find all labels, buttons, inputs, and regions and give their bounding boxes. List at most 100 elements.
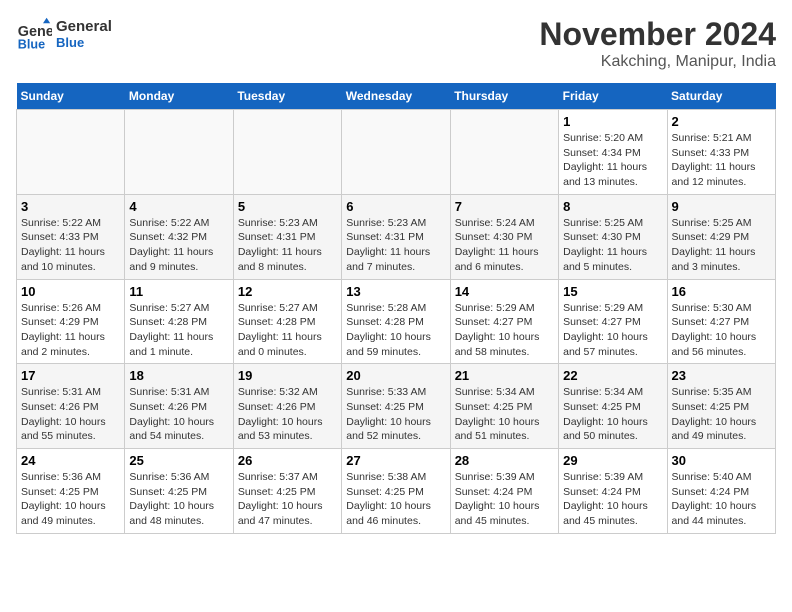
day-info: Sunrise: 5:32 AM Sunset: 4:26 PM Dayligh… (238, 385, 337, 444)
day-number: 14 (455, 284, 554, 299)
calendar-week-4: 17 Sunrise: 5:31 AM Sunset: 4:26 PM Dayli… (17, 364, 776, 449)
calendar-cell: 24 Sunrise: 5:36 AM Sunset: 4:25 PM Dayli… (17, 449, 125, 534)
day-info: Sunrise: 5:34 AM Sunset: 4:25 PM Dayligh… (455, 385, 554, 444)
calendar-cell: 2 Sunrise: 5:21 AM Sunset: 4:33 PM Daylig… (667, 110, 775, 195)
calendar-cell: 8 Sunrise: 5:25 AM Sunset: 4:30 PM Daylig… (559, 194, 667, 279)
day-info: Sunrise: 5:22 AM Sunset: 4:33 PM Dayligh… (21, 216, 120, 275)
day-number: 2 (672, 114, 771, 129)
calendar-cell: 28 Sunrise: 5:39 AM Sunset: 4:24 PM Dayli… (450, 449, 558, 534)
day-number: 25 (129, 453, 228, 468)
page-header: General Blue General Blue November 2024 … (16, 16, 776, 71)
day-number: 28 (455, 453, 554, 468)
day-info: Sunrise: 5:22 AM Sunset: 4:32 PM Dayligh… (129, 216, 228, 275)
calendar-cell: 12 Sunrise: 5:27 AM Sunset: 4:28 PM Dayli… (233, 279, 341, 364)
calendar-table: SundayMondayTuesdayWednesdayThursdayFrid… (16, 83, 776, 534)
logo-blue: Blue (56, 35, 112, 50)
day-info: Sunrise: 5:39 AM Sunset: 4:24 PM Dayligh… (455, 470, 554, 529)
day-info: Sunrise: 5:21 AM Sunset: 4:33 PM Dayligh… (672, 131, 771, 190)
calendar-cell: 6Sunrise: 5:23 AM Sunset: 4:31 PM Daylig… (342, 194, 450, 279)
day-info: Sunrise: 5:23 AM Sunset: 4:31 PM Dayligh… (346, 216, 445, 275)
calendar-cell: 3 Sunrise: 5:22 AM Sunset: 4:33 PM Daylig… (17, 194, 125, 279)
day-info: Sunrise: 5:35 AM Sunset: 4:25 PM Dayligh… (672, 385, 771, 444)
calendar-cell: 18Sunrise: 5:31 AM Sunset: 4:26 PM Dayli… (125, 364, 233, 449)
calendar-cell: 25 Sunrise: 5:36 AM Sunset: 4:25 PM Dayli… (125, 449, 233, 534)
day-info: Sunrise: 5:36 AM Sunset: 4:25 PM Dayligh… (21, 470, 120, 529)
weekday-header-sunday: Sunday (17, 83, 125, 110)
day-info: Sunrise: 5:34 AM Sunset: 4:25 PM Dayligh… (563, 385, 662, 444)
calendar-cell: 10Sunrise: 5:26 AM Sunset: 4:29 PM Dayli… (17, 279, 125, 364)
day-number: 17 (21, 368, 120, 383)
day-info: Sunrise: 5:38 AM Sunset: 4:25 PM Dayligh… (346, 470, 445, 529)
day-info: Sunrise: 5:30 AM Sunset: 4:27 PM Dayligh… (672, 301, 771, 360)
day-number: 7 (455, 199, 554, 214)
day-number: 23 (672, 368, 771, 383)
day-number: 16 (672, 284, 771, 299)
calendar-week-5: 24 Sunrise: 5:36 AM Sunset: 4:25 PM Dayli… (17, 449, 776, 534)
day-number: 18 (129, 368, 228, 383)
title-area: November 2024 Kakching, Manipur, India (539, 16, 776, 71)
day-info: Sunrise: 5:20 AM Sunset: 4:34 PM Dayligh… (563, 131, 662, 190)
day-info: Sunrise: 5:29 AM Sunset: 4:27 PM Dayligh… (563, 301, 662, 360)
day-number: 19 (238, 368, 337, 383)
calendar-cell: 30 Sunrise: 5:40 AM Sunset: 4:24 PM Dayli… (667, 449, 775, 534)
day-info: Sunrise: 5:23 AM Sunset: 4:31 PM Dayligh… (238, 216, 337, 275)
day-number: 10 (21, 284, 120, 299)
calendar-cell: 21 Sunrise: 5:34 AM Sunset: 4:25 PM Dayli… (450, 364, 558, 449)
day-info: Sunrise: 5:29 AM Sunset: 4:27 PM Dayligh… (455, 301, 554, 360)
day-number: 27 (346, 453, 445, 468)
weekday-header-friday: Friday (559, 83, 667, 110)
day-info: Sunrise: 5:31 AM Sunset: 4:26 PM Dayligh… (21, 385, 120, 444)
day-info: Sunrise: 5:27 AM Sunset: 4:28 PM Dayligh… (129, 301, 228, 360)
weekday-header-tuesday: Tuesday (233, 83, 341, 110)
calendar-cell: 26Sunrise: 5:37 AM Sunset: 4:25 PM Dayli… (233, 449, 341, 534)
day-info: Sunrise: 5:37 AM Sunset: 4:25 PM Dayligh… (238, 470, 337, 529)
day-number: 1 (563, 114, 662, 129)
day-info: Sunrise: 5:25 AM Sunset: 4:30 PM Dayligh… (563, 216, 662, 275)
day-info: Sunrise: 5:40 AM Sunset: 4:24 PM Dayligh… (672, 470, 771, 529)
calendar-cell (17, 110, 125, 195)
day-info: Sunrise: 5:24 AM Sunset: 4:30 PM Dayligh… (455, 216, 554, 275)
logo-icon: General Blue (16, 16, 52, 52)
month-title: November 2024 (539, 16, 776, 53)
calendar-cell: 9Sunrise: 5:25 AM Sunset: 4:29 PM Daylig… (667, 194, 775, 279)
calendar-cell: 4 Sunrise: 5:22 AM Sunset: 4:32 PM Daylig… (125, 194, 233, 279)
weekday-header-row: SundayMondayTuesdayWednesdayThursdayFrid… (17, 83, 776, 110)
weekday-header-saturday: Saturday (667, 83, 775, 110)
day-number: 5 (238, 199, 337, 214)
day-number: 9 (672, 199, 771, 214)
calendar-cell: 13 Sunrise: 5:28 AM Sunset: 4:28 PM Dayli… (342, 279, 450, 364)
day-number: 30 (672, 453, 771, 468)
day-info: Sunrise: 5:28 AM Sunset: 4:28 PM Dayligh… (346, 301, 445, 360)
calendar-week-3: 10Sunrise: 5:26 AM Sunset: 4:29 PM Dayli… (17, 279, 776, 364)
calendar-cell: 17 Sunrise: 5:31 AM Sunset: 4:26 PM Dayli… (17, 364, 125, 449)
calendar-cell: 16 Sunrise: 5:30 AM Sunset: 4:27 PM Dayli… (667, 279, 775, 364)
calendar-cell (342, 110, 450, 195)
location: Kakching, Manipur, India (539, 53, 776, 71)
logo-general: General (56, 18, 112, 35)
day-number: 22 (563, 368, 662, 383)
day-number: 8 (563, 199, 662, 214)
calendar-cell: 20 Sunrise: 5:33 AM Sunset: 4:25 PM Dayli… (342, 364, 450, 449)
weekday-header-wednesday: Wednesday (342, 83, 450, 110)
calendar-cell: 19 Sunrise: 5:32 AM Sunset: 4:26 PM Dayli… (233, 364, 341, 449)
logo: General Blue General Blue (16, 16, 112, 52)
calendar-cell: 14 Sunrise: 5:29 AM Sunset: 4:27 PM Dayli… (450, 279, 558, 364)
calendar-cell: 23 Sunrise: 5:35 AM Sunset: 4:25 PM Dayli… (667, 364, 775, 449)
day-number: 20 (346, 368, 445, 383)
day-number: 24 (21, 453, 120, 468)
calendar-cell (233, 110, 341, 195)
calendar-cell (450, 110, 558, 195)
day-number: 21 (455, 368, 554, 383)
calendar-week-2: 3 Sunrise: 5:22 AM Sunset: 4:33 PM Daylig… (17, 194, 776, 279)
calendar-cell (125, 110, 233, 195)
day-number: 3 (21, 199, 120, 214)
day-number: 12 (238, 284, 337, 299)
day-number: 11 (129, 284, 228, 299)
calendar-cell: 22 Sunrise: 5:34 AM Sunset: 4:25 PM Dayli… (559, 364, 667, 449)
day-info: Sunrise: 5:36 AM Sunset: 4:25 PM Dayligh… (129, 470, 228, 529)
day-info: Sunrise: 5:33 AM Sunset: 4:25 PM Dayligh… (346, 385, 445, 444)
day-number: 13 (346, 284, 445, 299)
calendar-cell: 11 Sunrise: 5:27 AM Sunset: 4:28 PM Dayli… (125, 279, 233, 364)
day-number: 4 (129, 199, 228, 214)
day-info: Sunrise: 5:27 AM Sunset: 4:28 PM Dayligh… (238, 301, 337, 360)
